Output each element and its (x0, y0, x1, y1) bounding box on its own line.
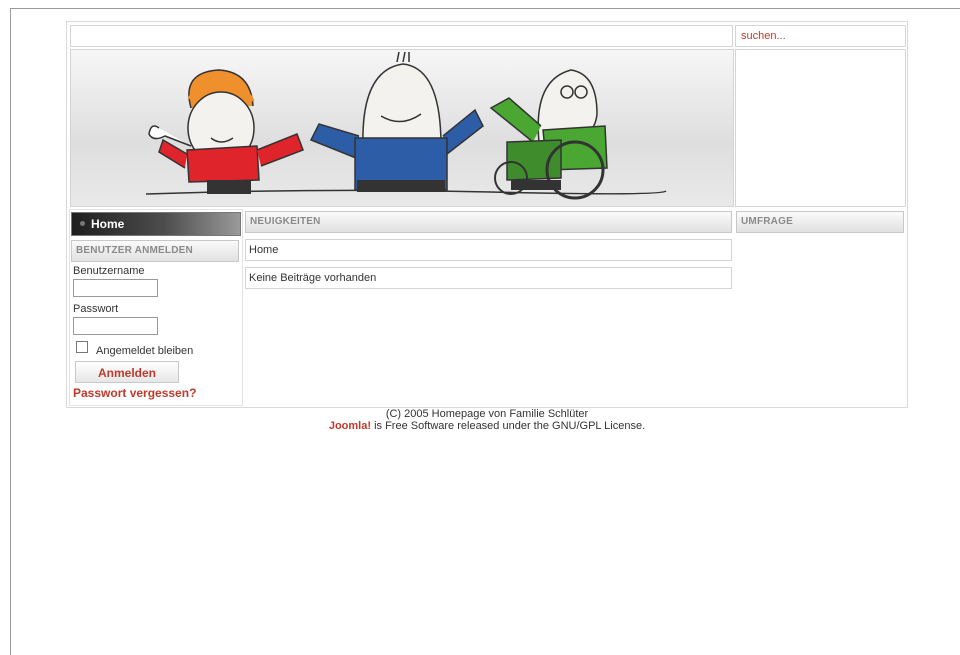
news-empty-row: Keine Beiträge vorhanden (245, 267, 732, 289)
footer-license-text: is Free Software released under the GNU/… (371, 420, 646, 432)
bullet-icon (80, 221, 85, 226)
menu-home-label[interactable]: Home (91, 217, 124, 231)
right-sidebar-top-box (735, 49, 906, 207)
poll-heading-text: UMFRAGE (741, 216, 793, 227)
login-heading-text: BENUTZER ANMELDEN (76, 245, 193, 256)
window-top-border (10, 8, 960, 9)
header-banner (70, 49, 734, 207)
news-heading-text: NEUIGKEITEN (250, 216, 321, 227)
search-input[interactable]: suchen... (741, 30, 786, 42)
footer-copyright: (C) 2005 Homepage von Familie Schlüter (385, 408, 589, 420)
search-box[interactable]: suchen... (735, 25, 906, 47)
remember-checkbox[interactable] (76, 341, 88, 353)
username-input[interactable] (73, 279, 158, 297)
news-heading: NEUIGKEITEN (245, 211, 732, 233)
main-menu-home[interactable]: Home (71, 212, 241, 236)
family-cartoon-illustration (145, 51, 667, 200)
login-button[interactable]: Anmelden (75, 361, 179, 383)
poll-heading: UMFRAGE (736, 211, 904, 233)
login-heading: BENUTZER ANMELDEN (71, 240, 239, 262)
remember-label: Angemeldet bleiben (96, 345, 194, 357)
footer-license-line: Joomla! is Free Software released under … (66, 420, 908, 432)
news-breadcrumb-row: Home (245, 239, 732, 261)
no-articles-text: Keine Beiträge vorhanden (249, 272, 377, 284)
page-wrapper: suchen... Home BENUTZER ANMELDEN Benutze… (66, 21, 908, 408)
footer: (C) 2005 Homepage von Familie Schlüter J… (66, 408, 908, 432)
top-bar (70, 25, 733, 47)
password-label: Passwort (73, 303, 119, 315)
password-input[interactable] (73, 317, 158, 335)
window-left-border (10, 8, 11, 655)
forgot-password-link[interactable]: Passwort vergessen? (73, 386, 196, 400)
username-label: Benutzername (73, 265, 145, 277)
joomla-link[interactable]: Joomla! (329, 420, 371, 432)
breadcrumb-home[interactable]: Home (249, 244, 278, 256)
